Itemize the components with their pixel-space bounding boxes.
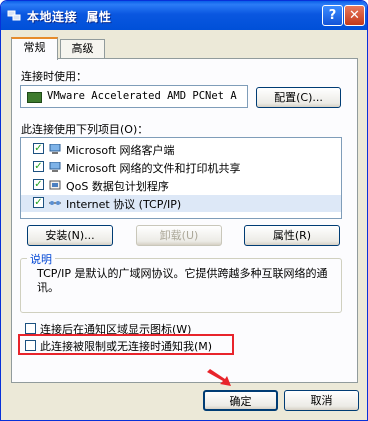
item-checkbox[interactable]: ✓ [33,161,44,172]
properties-window: 本地连接 属性 ? ✕ 常规 高级 连接时使用： VMware Accelera… [0,0,368,421]
connect-using-label: 连接时使用： [21,70,87,83]
highlight-box [18,334,234,355]
network-connection-icon [7,10,21,21]
install-button[interactable]: 安装(N)... [27,225,113,246]
list-item[interactable]: ✓ Microsoft 网络客户端 [21,141,341,158]
window-title: 本地连接 属性 [27,10,112,24]
tab-general[interactable]: 常规 [11,37,58,60]
description-title: 说明 [27,251,55,267]
show-icon-checkbox[interactable] [25,323,36,334]
ok-button[interactable]: 确定 [203,390,278,411]
configure-button[interactable]: 配置(C)... [256,87,341,108]
pointer-arrow-icon [207,369,231,386]
tab-advanced[interactable]: 高级 [60,39,105,58]
list-item[interactable]: ✓ Internet 协议 (TCP/IP) [21,195,341,212]
item-label: Microsoft 网络客户端 [66,144,175,157]
properties-button[interactable]: 属性(R) [244,225,340,246]
network-adapter-icon [27,92,42,103]
item-checkbox[interactable]: ✓ [33,179,44,190]
cancel-button[interactable]: 取消 [284,390,359,411]
device-name: VMware Accelerated AMD PCNet A [47,90,237,102]
title-bar[interactable]: 本地连接 属性 ? ✕ [1,1,367,30]
list-item[interactable]: ✓ QoS 数据包计划程序 [21,177,341,194]
item-label: Microsoft 网络的文件和打印机共享 [66,162,241,175]
computer-icon [49,162,61,172]
items-label: 此连接使用下列项目(O)： [21,123,149,136]
close-button[interactable]: ✕ [344,5,365,26]
components-list[interactable]: ✓ Microsoft 网络客户端 ✓ Microsoft 网络的文件和打印机共… [20,137,342,219]
list-item[interactable]: ✓ Microsoft 网络的文件和打印机共享 [21,159,341,176]
description-text: TCP/IP 是默认的广域网协议。它提供跨越多种互联网络的通讯。 [37,267,328,294]
item-label: Internet 协议 (TCP/IP) [66,198,182,211]
scheduler-icon [49,180,61,190]
help-button[interactable]: ? [322,5,343,26]
computer-icon [49,144,61,154]
item-label: QoS 数据包计划程序 [66,180,169,193]
protocol-icon [49,201,61,205]
item-checkbox[interactable]: ✓ [33,197,44,208]
item-checkbox[interactable]: ✓ [33,143,44,154]
device-field: VMware Accelerated AMD PCNet A [20,85,248,108]
uninstall-button[interactable]: 卸载(U) [136,225,222,246]
